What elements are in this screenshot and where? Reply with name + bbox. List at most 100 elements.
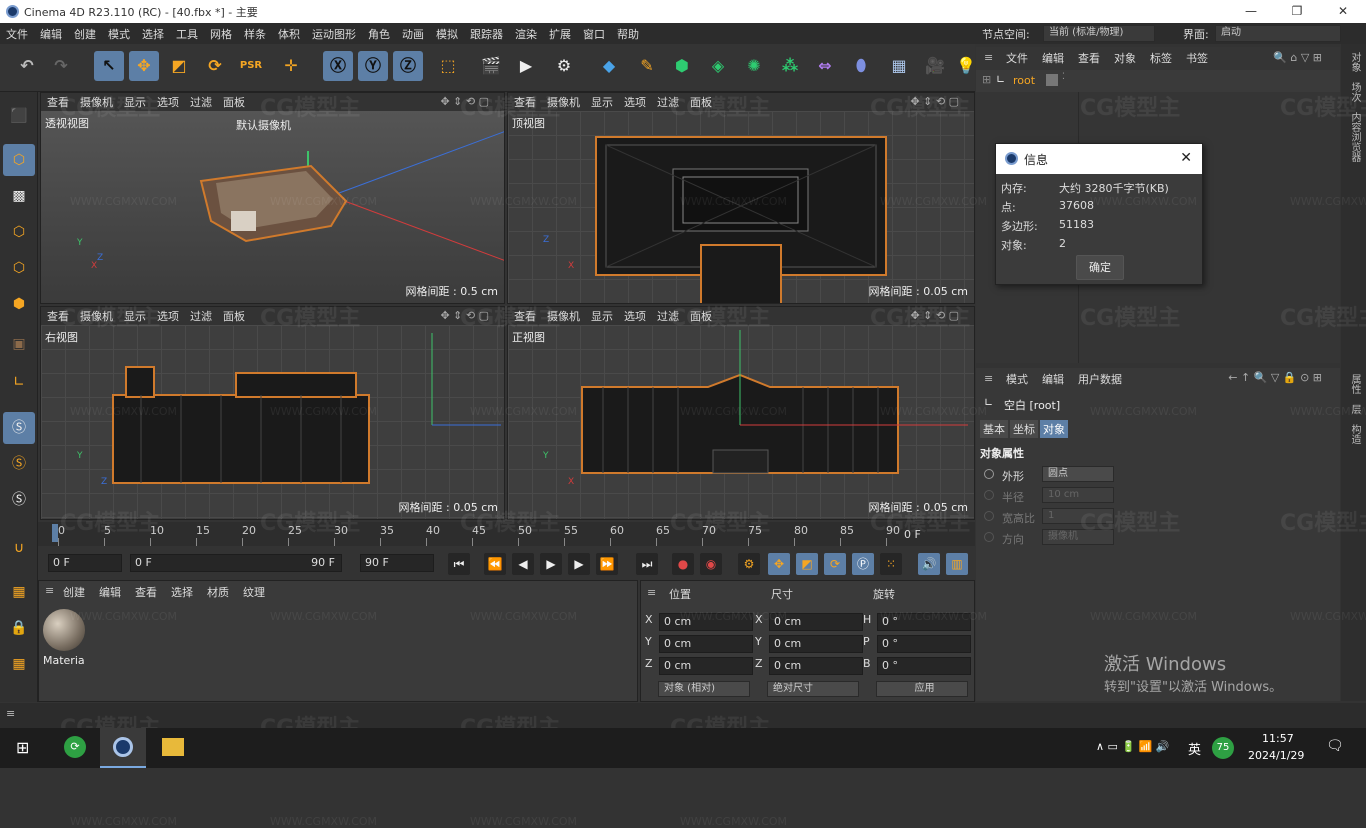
menu-item[interactable]: 帮助 bbox=[611, 26, 645, 42]
render-picture-viewer-icon[interactable]: ▶ bbox=[511, 51, 541, 81]
coordinate-mode-dropdown[interactable]: 对象 (相对) bbox=[658, 681, 750, 697]
viewport-front[interactable]: 查看 摄像机 显示 选项 过滤 面板 ✥ ⇕ ⟲ ▢ 正视图 Y X 网格间距 … bbox=[507, 306, 975, 520]
notification-icon[interactable]: 🗨 bbox=[1326, 738, 1344, 754]
menu-camera[interactable]: 摄像机 bbox=[547, 308, 580, 324]
menu-item[interactable]: 渲染 bbox=[509, 26, 543, 42]
edges-mode-icon[interactable]: ⬡ bbox=[3, 252, 35, 284]
play-icon[interactable]: ▶ bbox=[540, 553, 562, 575]
side-tab[interactable]: 对象 bbox=[1349, 52, 1360, 72]
side-tab[interactable]: 内容浏览器 bbox=[1349, 112, 1360, 162]
rotation-field[interactable]: 0 ° bbox=[877, 635, 971, 653]
cube-object-icon[interactable]: ◆ bbox=[594, 51, 624, 81]
light-object-icon[interactable]: 💡 bbox=[956, 51, 976, 81]
apply-button[interactable]: 应用 bbox=[876, 681, 968, 697]
menu-filter[interactable]: 过滤 bbox=[657, 308, 679, 324]
max-frame-field[interactable]: 90 F bbox=[360, 554, 434, 572]
menu-display[interactable]: 显示 bbox=[591, 308, 613, 324]
position-field[interactable]: 0 cm bbox=[659, 613, 753, 631]
expand-icon[interactable]: ⊞ bbox=[982, 73, 991, 86]
close-button[interactable]: ✕ bbox=[1320, 0, 1366, 23]
menu-item[interactable]: 工具 bbox=[170, 26, 204, 42]
menu-filter[interactable]: 过滤 bbox=[190, 308, 212, 324]
layer-icon[interactable] bbox=[1046, 74, 1058, 86]
tab-coord[interactable]: 坐标 bbox=[1010, 420, 1038, 438]
rotation-field[interactable]: 0 ° bbox=[877, 613, 971, 631]
attr-menu-mode[interactable]: 模式 bbox=[1006, 371, 1028, 387]
x-axis-lock-icon[interactable]: Ⓧ bbox=[323, 51, 353, 81]
locked-workplane-icon[interactable]: 🔒 bbox=[3, 612, 35, 644]
mat-menu-view[interactable]: 查看 bbox=[135, 584, 157, 600]
psr-tool-icon[interactable]: PSR bbox=[236, 51, 266, 81]
position-field[interactable]: 0 cm bbox=[659, 635, 753, 653]
render-view-icon[interactable]: 🎬 bbox=[476, 51, 506, 81]
cloner-icon[interactable]: ✺ bbox=[739, 51, 769, 81]
mograph-icon[interactable]: ⁂ bbox=[775, 51, 805, 81]
rotation-field[interactable]: 0 ° bbox=[877, 657, 971, 675]
snap-icon[interactable]: Ⓢ bbox=[3, 412, 35, 444]
scene-environment-icon[interactable]: ⬮ bbox=[846, 51, 876, 81]
previous-frame-icon[interactable]: ◀ bbox=[512, 553, 534, 575]
menu-options[interactable]: 选项 bbox=[157, 308, 179, 324]
animate-radio-icon[interactable] bbox=[984, 532, 994, 542]
viewport-nav-icons[interactable]: ✥ ⇕ ⟲ ▢ bbox=[440, 95, 489, 108]
menu-view[interactable]: 查看 bbox=[514, 94, 536, 110]
menu-item[interactable]: 网格 bbox=[204, 26, 238, 42]
obj-menu-edit[interactable]: 编辑 bbox=[1042, 50, 1064, 66]
subdivision-surface-icon[interactable]: ⬢ bbox=[667, 51, 697, 81]
position-field[interactable]: 0 cm bbox=[659, 657, 753, 675]
tray-icons[interactable]: ∧ ▭ 🔋 📶 🔊 bbox=[1096, 740, 1170, 753]
viewport-nav-icons[interactable]: ✥ ⇕ ⟲ ▢ bbox=[910, 309, 959, 322]
mat-menu-edit[interactable]: 编辑 bbox=[99, 584, 121, 600]
undo-icon[interactable]: ↶ bbox=[12, 51, 42, 81]
next-key-icon[interactable]: ⏩ bbox=[596, 553, 618, 575]
uv-mode-icon[interactable]: ▣ bbox=[3, 328, 35, 360]
coordinate-system-icon[interactable]: ⬚ bbox=[433, 51, 463, 81]
prop-value[interactable]: 摄像机 bbox=[1042, 529, 1114, 545]
extrude-icon[interactable]: ◈ bbox=[703, 51, 733, 81]
dialog-close-icon[interactable]: ✕ bbox=[1180, 150, 1192, 166]
menu-display[interactable]: 显示 bbox=[591, 94, 613, 110]
go-to-start-icon[interactable]: ⏮ bbox=[448, 553, 470, 575]
tray-badge[interactable]: 75 bbox=[1212, 737, 1234, 759]
floor-object-icon[interactable]: ▦ bbox=[884, 51, 914, 81]
size-field[interactable]: 0 cm bbox=[769, 635, 863, 653]
pen-spline-icon[interactable]: ✎ bbox=[632, 51, 662, 81]
browser-icon[interactable]: ⟳ bbox=[64, 736, 86, 758]
tab-basic[interactable]: 基本 bbox=[980, 420, 1008, 438]
key-rotation-icon[interactable]: ⟳ bbox=[824, 553, 846, 575]
viewport-nav-icons[interactable]: ✥ ⇕ ⟲ ▢ bbox=[440, 309, 489, 322]
menu-item[interactable]: 角色 bbox=[362, 26, 396, 42]
hamburger-icon[interactable]: ≡ bbox=[6, 707, 15, 720]
hamburger-icon[interactable]: ≡ bbox=[647, 586, 656, 599]
playhead[interactable] bbox=[52, 524, 58, 542]
key-pla-icon[interactable]: ⁙ bbox=[880, 553, 902, 575]
z-axis-lock-icon[interactable]: Ⓩ bbox=[393, 51, 423, 81]
menu-panel[interactable]: 面板 bbox=[690, 308, 712, 324]
clock-time[interactable]: 11:57 bbox=[1262, 732, 1294, 745]
scale-tool-icon[interactable]: ◩ bbox=[164, 51, 194, 81]
animate-radio-icon[interactable] bbox=[984, 511, 994, 521]
file-explorer-icon[interactable] bbox=[162, 738, 184, 756]
menu-options[interactable]: 选项 bbox=[624, 94, 646, 110]
maximize-button[interactable]: ❐ bbox=[1274, 0, 1320, 23]
snap-settings-icon[interactable]: Ⓢ bbox=[3, 448, 35, 480]
prop-value[interactable]: 1 bbox=[1042, 508, 1114, 524]
next-frame-icon[interactable]: ▶ bbox=[568, 553, 590, 575]
menu-view[interactable]: 查看 bbox=[47, 94, 69, 110]
prop-value[interactable]: 10 cm bbox=[1042, 487, 1114, 503]
viewport-right[interactable]: 查看 摄像机 显示 选项 过滤 面板 ✥ ⇕ ⟲ ▢ 右视图 Y Z 网格间距 … bbox=[40, 306, 505, 520]
redo-icon[interactable]: ↷ bbox=[46, 51, 76, 81]
rotate-tool-icon[interactable]: ⟳ bbox=[200, 51, 230, 81]
menu-item[interactable]: 模拟 bbox=[430, 26, 464, 42]
bend-deformer-icon[interactable]: ⇔ bbox=[810, 51, 840, 81]
node-space-dropdown[interactable]: 当前 (标准/物理) bbox=[1043, 25, 1155, 42]
obj-menu-file[interactable]: 文件 bbox=[1006, 50, 1028, 66]
model-mode-icon[interactable]: ⬡ bbox=[3, 144, 35, 176]
viewport-top[interactable]: 查看 摄像机 显示 选项 过滤 面板 ✥ ⇕ ⟲ ▢ 顶视图 Z X 网格间距 … bbox=[507, 92, 975, 304]
key-position-icon[interactable]: ✥ bbox=[768, 553, 790, 575]
menu-item[interactable]: 编辑 bbox=[34, 26, 68, 42]
size-field[interactable]: 0 cm bbox=[769, 657, 863, 675]
menu-item[interactable]: 扩展 bbox=[543, 26, 577, 42]
cinema4d-taskbar-button[interactable] bbox=[100, 728, 146, 768]
go-to-end-icon[interactable]: ⏭ bbox=[636, 553, 658, 575]
